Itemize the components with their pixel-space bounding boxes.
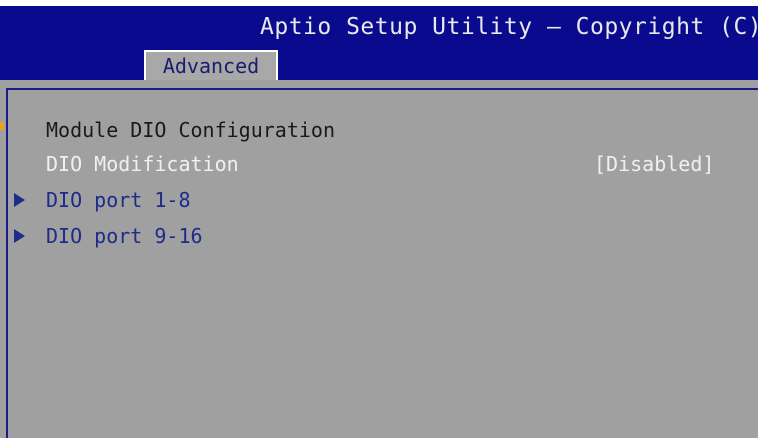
submenu-dio-port-9-16[interactable]: DIO port 9-16 bbox=[46, 223, 203, 249]
dio-modification-label[interactable]: DIO Modification bbox=[46, 151, 239, 177]
dio-modification-value[interactable]: [Disabled] bbox=[594, 151, 714, 177]
bios-screen: Aptio Setup Utility – Copyright (C) Adva… bbox=[0, 0, 758, 438]
section-heading: Module DIO Configuration bbox=[46, 118, 335, 142]
submenu-dio-port-1-8[interactable]: DIO port 1-8 bbox=[46, 187, 191, 213]
tab-advanced[interactable]: Advanced bbox=[144, 50, 278, 80]
submenu-arrow-icon bbox=[14, 193, 25, 207]
header-bar: Aptio Setup Utility – Copyright (C) Adva… bbox=[0, 6, 758, 80]
app-title: Aptio Setup Utility – Copyright (C) bbox=[260, 14, 758, 40]
submenu-arrow-icon bbox=[14, 229, 25, 243]
cursor-marker bbox=[0, 122, 4, 130]
